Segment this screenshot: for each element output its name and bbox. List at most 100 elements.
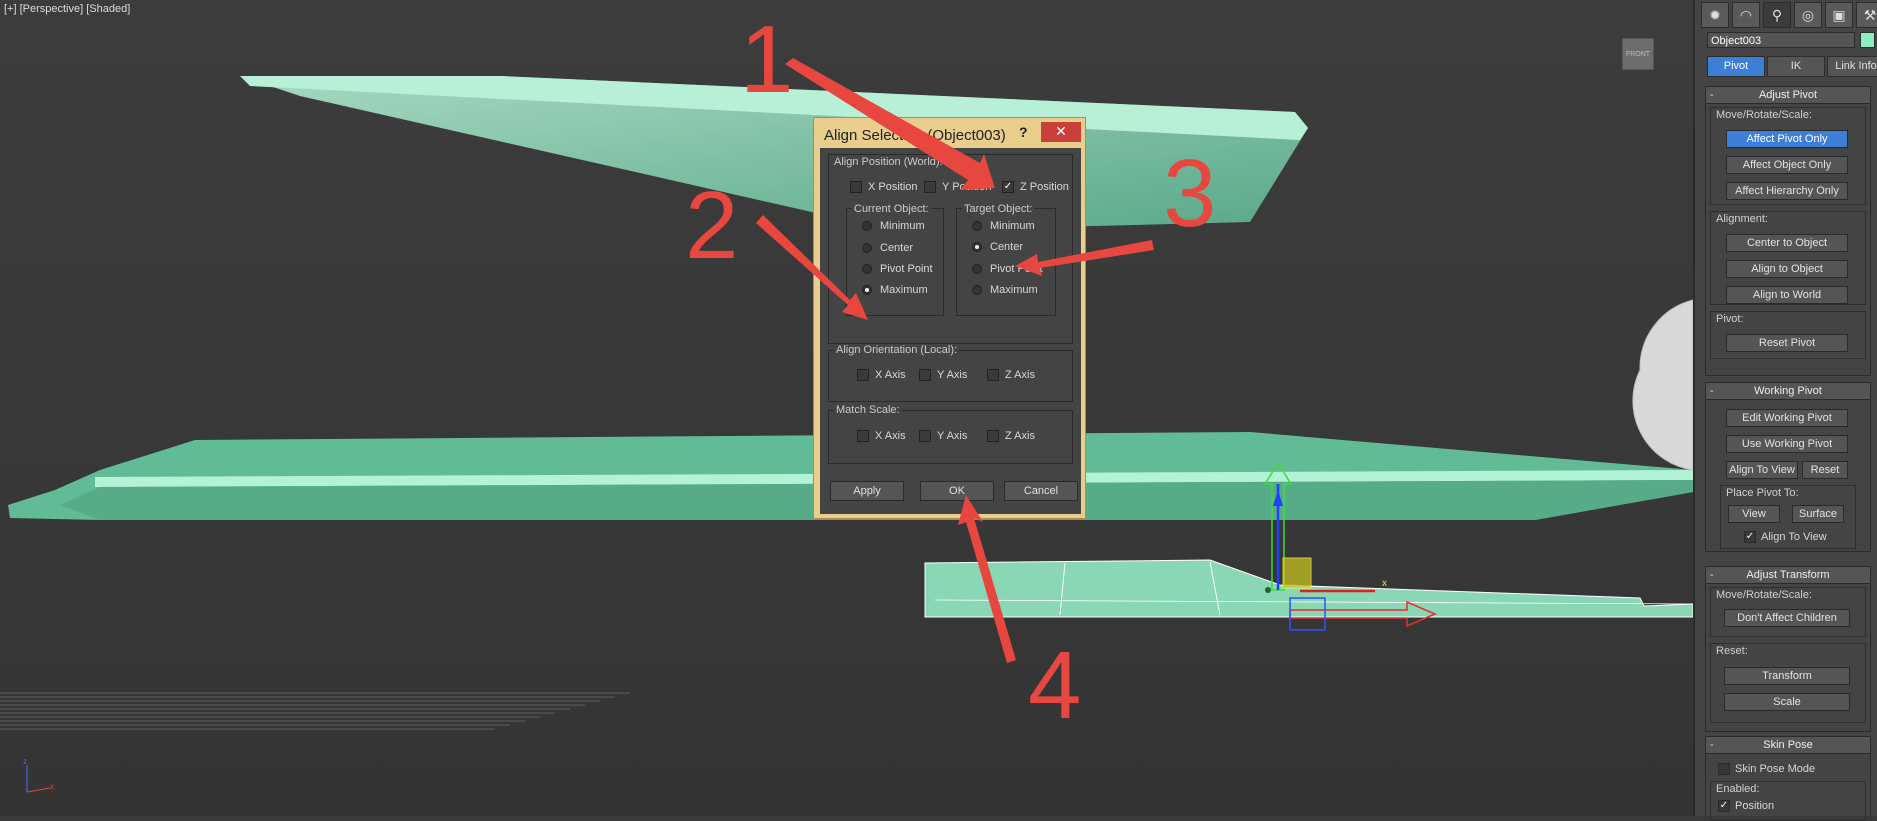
target-center-dot[interactable] [972,242,982,252]
current-maximum-radio[interactable]: Maximum [862,284,928,296]
working-pivot-rollout: - Working Pivot Edit Working Pivot Use Wo… [1705,382,1871,552]
use-working-pivot-button[interactable]: Use Working Pivot [1726,435,1848,453]
adjust-transform-header[interactable]: - Adjust Transform [1706,567,1870,584]
dialog-body: Align Position (World): X Position Y Pos… [820,148,1081,514]
current-maximum-dot[interactable] [862,285,872,295]
x-position-check[interactable] [850,181,862,193]
skin-pose-mode-check[interactable] [1718,763,1730,775]
orient-x-axis-checkbox[interactable]: X Axis [857,369,906,381]
scale-y-axis-check[interactable] [919,430,931,442]
reset-scale-button[interactable]: Scale [1724,693,1850,711]
skin-pose-header[interactable]: - Skin Pose [1706,737,1870,754]
skin-pose-title: Skin Pose [1763,739,1813,751]
x-position-label: X Position [868,181,918,193]
z-position-checkbox[interactable]: ✓ Z Position [1002,181,1069,193]
svg-text:z: z [23,757,27,766]
target-pivot-point-dot[interactable] [972,264,982,274]
scale-x-axis-check[interactable] [857,430,869,442]
current-pivot-point-label: Pivot Point [880,263,933,275]
create-icon[interactable]: ✹ [1701,2,1729,28]
pivot-label: Pivot: [1716,313,1744,325]
ok-button[interactable]: OK [920,481,994,501]
y-position-label: Y Position [942,181,992,193]
place-surface-button[interactable]: Surface [1792,505,1844,523]
tab-link-info[interactable]: Link Info [1827,56,1877,77]
align-to-view-checkbox[interactable]: ✓ Align To View [1744,531,1827,543]
orient-x-axis-label: X Axis [875,369,906,381]
align-to-world-button[interactable]: Align to World [1726,286,1848,304]
reset-transform-button[interactable]: Transform [1724,667,1850,685]
tab-ik[interactable]: IK [1767,56,1825,77]
target-minimum-radio[interactable]: Minimum [972,220,1035,232]
orient-y-axis-check[interactable] [919,369,931,381]
target-object-label: Target Object: [962,203,1035,215]
tab-pivot[interactable]: Pivot [1707,56,1765,77]
current-pivot-point-dot[interactable] [862,264,872,274]
current-minimum-dot[interactable] [862,221,872,231]
sphere [1632,299,1693,471]
apply-button[interactable]: Apply [830,481,904,501]
reset-working-pivot-button[interactable]: Reset [1802,461,1848,479]
affect-pivot-only-button[interactable]: Affect Pivot Only [1726,130,1848,148]
working-pivot-header[interactable]: - Working Pivot [1706,383,1870,400]
orient-z-axis-check[interactable] [987,369,999,381]
scale-z-axis-checkbox[interactable]: Z Axis [987,430,1035,442]
cancel-button[interactable]: Cancel [1004,481,1078,501]
svg-text:x: x [1382,578,1387,589]
current-pivot-point-radio[interactable]: Pivot Point [862,263,933,275]
help-icon[interactable]: ? [1019,124,1028,140]
orient-y-axis-checkbox[interactable]: Y Axis [919,369,967,381]
display-icon[interactable]: ▣ [1825,2,1853,28]
adjust-pivot-header[interactable]: - Adjust Pivot [1706,87,1870,104]
adjust-transform-title: Adjust Transform [1746,569,1830,581]
current-minimum-radio[interactable]: Minimum [862,220,925,232]
z-position-check[interactable]: ✓ [1002,181,1014,193]
align-to-view-check[interactable]: ✓ [1744,531,1756,543]
move-rotate-scale-label: Move/Rotate/Scale: [1716,109,1812,121]
modify-icon[interactable]: ◠ [1732,2,1760,28]
close-icon[interactable]: ✕ [1041,122,1081,142]
enabled-label: Enabled: [1716,783,1760,795]
orient-z-axis-checkbox[interactable]: Z Axis [987,369,1035,381]
reset-pivot-button[interactable]: Reset Pivot [1726,334,1848,352]
center-to-object-button[interactable]: Center to Object [1726,234,1848,252]
adjust-pivot-title: Adjust Pivot [1758,89,1818,101]
motion-icon[interactable]: ◎ [1794,2,1822,28]
y-position-check[interactable] [924,181,936,193]
object-name-field[interactable]: Object003 [1707,32,1855,48]
target-maximum-label: Maximum [990,284,1038,296]
viewport-label[interactable]: [+] [Perspective] [Shaded] [4,3,130,15]
position-check[interactable]: ✓ [1718,800,1730,812]
current-center-dot[interactable] [862,243,872,253]
object-color-swatch[interactable] [1860,32,1875,48]
scale-y-axis-checkbox[interactable]: Y Axis [919,430,967,442]
dont-affect-children-button[interactable]: Don't Affect Children [1724,609,1850,627]
align-to-view-check-label: Align To View [1761,531,1827,543]
position-checkbox[interactable]: ✓ Position [1718,800,1774,812]
svg-text:x: x [50,782,54,791]
current-center-radio[interactable]: Center [862,242,913,254]
target-center-radio[interactable]: Center [972,241,1023,253]
place-view-button[interactable]: View [1728,505,1780,523]
scale-x-axis-checkbox[interactable]: X Axis [857,430,906,442]
align-to-object-button[interactable]: Align to Object [1726,260,1848,278]
target-pivot-point-radio[interactable]: Pivot Point [972,263,1043,275]
y-position-checkbox[interactable]: Y Position [924,181,991,193]
affect-object-only-button[interactable]: Affect Object Only [1726,156,1848,174]
target-maximum-radio[interactable]: Maximum [972,284,1038,296]
match-scale-label: Match Scale: [834,404,902,416]
viewcube[interactable]: FRONT [1622,38,1654,70]
current-center-label: Center [880,242,914,254]
target-minimum-dot[interactable] [972,221,982,231]
edit-working-pivot-button[interactable]: Edit Working Pivot [1726,409,1848,427]
scale-y-axis-label: Y Axis [937,430,968,442]
hierarchy-icon[interactable]: ⚲ [1763,2,1791,28]
affect-hierarchy-only-button[interactable]: Affect Hierarchy Only [1726,182,1848,200]
skin-pose-mode-checkbox[interactable]: Skin Pose Mode [1718,763,1815,775]
align-to-view-button[interactable]: Align To View [1726,461,1798,479]
orient-x-axis-check[interactable] [857,369,869,381]
utilities-icon[interactable]: ⚒ [1856,2,1877,28]
scale-z-axis-check[interactable] [987,430,999,442]
target-maximum-dot[interactable] [972,285,982,295]
x-position-checkbox[interactable]: X Position [850,181,918,193]
